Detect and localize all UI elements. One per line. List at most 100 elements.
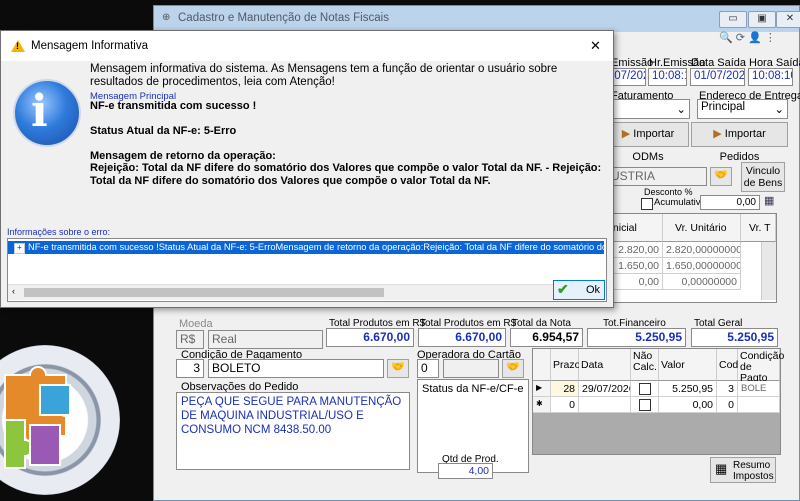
items-cell[interactable]: 1.650,00000000 xyxy=(663,258,741,274)
close-window-button[interactable]: ✕ xyxy=(776,11,800,28)
qtd-prod-field: 4,00 xyxy=(438,463,493,479)
data-saida-field[interactable]: 01/07/2026 xyxy=(690,68,745,86)
parcelas-cell-cod[interactable]: 3 xyxy=(717,381,738,397)
items-cell[interactable]: 2.820,00000000 xyxy=(663,242,741,258)
importar-odms-button[interactable]: ▶ Importar ODMs xyxy=(607,122,689,163)
tot-financeiro-field: 5.250,95 xyxy=(587,328,686,347)
items-grid: Inicial Vr. Unitário Vr. T 2.820,00 2.82… xyxy=(607,213,777,303)
importar-odms-label: Importar ODMs xyxy=(632,128,675,163)
parcelas-header-nao-calc: Não Calc. xyxy=(631,349,659,381)
parcelas-header-condicao: Condição de Pagto xyxy=(738,349,785,384)
parcelas-row-marker: ✱ xyxy=(533,397,551,413)
handshake-icon: 🤝 xyxy=(506,361,520,373)
chevron-down-icon: ⌄ xyxy=(774,104,784,116)
dialog-title: Mensagem Informativa xyxy=(31,40,148,52)
search-icon[interactable]: 🔍 xyxy=(719,32,733,44)
minimize-button[interactable]: ▭ xyxy=(719,11,747,28)
parcelas-cell-valor[interactable]: 5.250,95 xyxy=(659,381,717,397)
handshake-icon: 🤝 xyxy=(714,169,728,181)
condicao-code-field[interactable]: 3 xyxy=(176,359,204,378)
import-icon: ▶ xyxy=(621,128,631,140)
msg-line-4: Rejeição: Total da NF difere do somatóri… xyxy=(90,162,602,187)
items-cell[interactable]: 0,00000000 xyxy=(663,274,741,290)
calculator-icon[interactable]: ▦ xyxy=(764,194,774,207)
parcelas-cell-prazo[interactable]: 0 xyxy=(551,397,579,413)
desconto-field[interactable]: 0,00 xyxy=(700,195,760,210)
items-header-inicial: Inicial xyxy=(608,214,663,242)
operadora-code-field[interactable]: 0 xyxy=(417,359,439,378)
erro-hscrollbar[interactable]: ‹ › xyxy=(8,284,604,300)
top-toolbar: 🔍 ⟳ 👤 ⋮ xyxy=(719,31,794,47)
hr-emissao-field[interactable]: 10:08:10 xyxy=(648,68,687,86)
dialog-intro: Mensagem informativa do sistema. As Mens… xyxy=(90,63,558,88)
condicao-lookup-button[interactable]: 🤝 xyxy=(387,359,409,378)
nao-calc-checkbox[interactable] xyxy=(638,383,651,395)
importar-pedidos-button[interactable]: ▶ Importar Pedidos xyxy=(691,122,788,163)
parcelas-grid: Prazo Data Não Calc. Valor Cod. Condição… xyxy=(532,348,785,455)
handshake-lookup-button[interactable]: 🤝 xyxy=(710,167,732,186)
total-produtos-2-field: 6.670,00 xyxy=(418,328,506,347)
parcelas-cell-condicao[interactable] xyxy=(738,397,780,413)
total-produtos-field: 6.670,00 xyxy=(326,328,414,347)
parcelas-cell-data[interactable]: 29/07/2026 xyxy=(579,381,631,397)
hora-saida-field[interactable]: 10:08:10 xyxy=(748,68,793,86)
observacoes-textarea[interactable]: PEÇA QUE SEGUE PARA MANUTENÇÃO DE MAQUIN… xyxy=(176,392,410,470)
items-header-vr-total: Vr. T xyxy=(741,214,776,242)
parcelas-header-prazo: Prazo xyxy=(551,349,580,381)
msg-line-1: NF-e transmitida com sucesso ! xyxy=(90,100,257,112)
acumulativo-label: Acumulativo xyxy=(654,197,706,208)
moeda-name-field[interactable]: Real xyxy=(208,330,323,349)
parcelas-row-marker: ▶ xyxy=(533,381,551,397)
cliente-field[interactable]: USTRIA xyxy=(607,167,707,186)
erro-info-label: Informações sobre o erro: xyxy=(7,227,111,237)
erro-tree-item[interactable]: + NF-e transmitida com sucesso !Status At… xyxy=(8,241,604,254)
erro-tree: + NF-e transmitida com sucesso !Status At… xyxy=(7,238,607,302)
endereco-entrega-select[interactable]: Principal ⌄ xyxy=(697,99,788,119)
msg-line-2: Status Atual da NF-e: 5-Erro xyxy=(90,125,237,137)
scroll-left-icon[interactable]: ‹ xyxy=(12,286,15,296)
moeda-label: Moeda xyxy=(179,318,213,330)
refresh-icon[interactable]: ⟳ xyxy=(736,32,745,44)
parcelas-cell-condicao[interactable]: BOLE xyxy=(738,381,780,397)
parcelas-cell-nao-calc[interactable] xyxy=(631,397,659,413)
expand-icon[interactable]: + xyxy=(14,243,25,254)
items-header-vr-unitario: Vr. Unitário xyxy=(663,214,741,242)
moeda-symbol-field[interactable]: R$ xyxy=(176,330,204,349)
faturamento-select[interactable]: ⌄ xyxy=(607,99,690,119)
parcelas-cell-nao-calc[interactable] xyxy=(631,381,659,397)
erro-tree-text: NF-e transmitida com sucesso !Status Atu… xyxy=(28,242,604,252)
dialog-titlebar: ! Mensagem Informativa ✕ xyxy=(1,31,613,61)
condicao-name-field[interactable]: BOLETO xyxy=(208,359,384,378)
status-nfe-label: Status da NF-e/CF-e xyxy=(422,383,524,395)
nao-calc-checkbox[interactable] xyxy=(638,399,651,411)
items-cell[interactable]: 2.820,00 xyxy=(608,242,663,258)
items-cell[interactable]: 0,00 xyxy=(608,274,663,290)
parcelas-cell-prazo[interactable]: 28 xyxy=(551,381,579,397)
resumo-impostos-button[interactable]: ▦ Resumo Impostos xyxy=(710,457,776,483)
spreadsheet-icon: ▦ xyxy=(715,461,728,476)
ok-button[interactable]: ✔ Ok xyxy=(553,280,605,300)
main-window-title: Cadastro e Manutenção de Notas Fiscais xyxy=(178,12,389,24)
ok-label: Ok xyxy=(586,284,601,296)
parcelas-cell-data[interactable] xyxy=(579,397,631,413)
import-icon: ▶ xyxy=(713,128,722,140)
user-icon[interactable]: 👤 xyxy=(748,32,762,44)
parcelas-cell-cod[interactable]: 0 xyxy=(717,397,738,413)
items-cell[interactable]: 1.650,00 xyxy=(608,258,663,274)
importar-pedidos-label: Importar Pedidos xyxy=(719,128,766,163)
total-nota-field: 6.954,57 xyxy=(510,328,583,347)
parcelas-row-header xyxy=(533,349,551,381)
menu-icon[interactable]: ⋮ xyxy=(765,32,776,44)
desconto-label: Desconto % xyxy=(644,187,693,197)
scroll-thumb[interactable] xyxy=(24,288,384,297)
warning-mark: ! xyxy=(16,41,19,51)
total-geral-field: 5.250,95 xyxy=(691,328,778,347)
operadora-lookup-button[interactable]: 🤝 xyxy=(502,359,524,378)
maximize-button[interactable]: ▣ xyxy=(748,11,776,28)
parcelas-cell-valor[interactable]: 0,00 xyxy=(659,397,717,413)
operadora-name-field[interactable] xyxy=(443,359,499,378)
items-vscrollbar[interactable] xyxy=(761,242,776,300)
vinculo-bens-button[interactable]: Vinculo de Bens xyxy=(741,162,785,192)
close-icon[interactable]: ✕ xyxy=(590,38,601,54)
acumulativo-checkbox[interactable] xyxy=(641,198,653,210)
